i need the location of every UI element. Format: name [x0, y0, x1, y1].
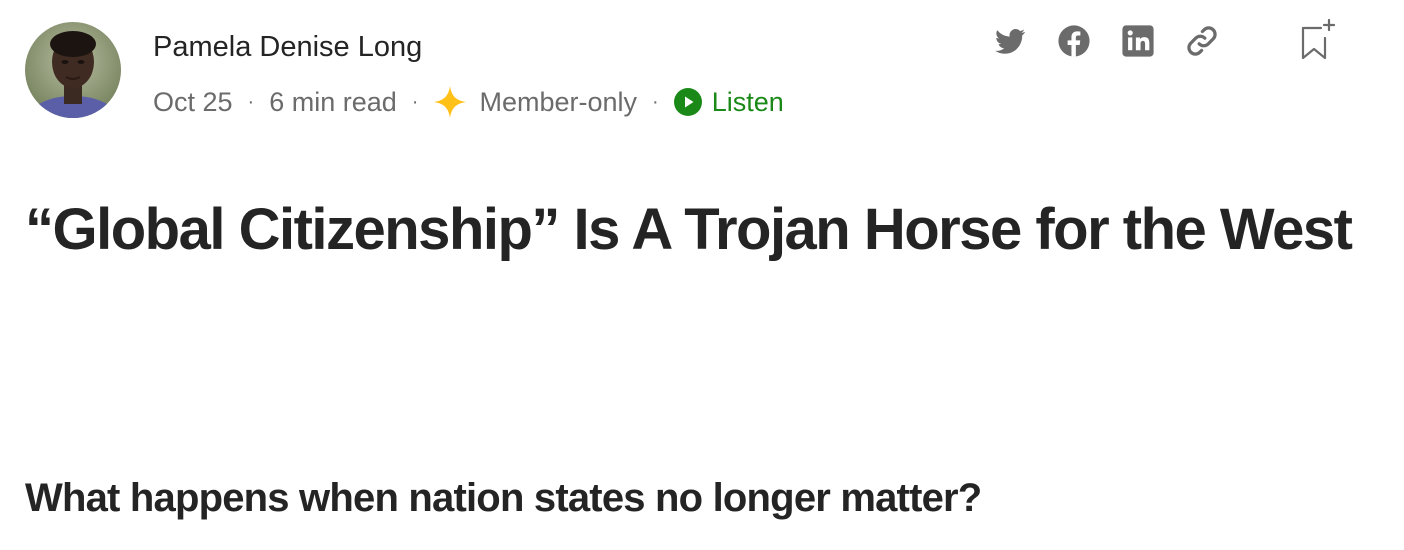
author-avatar[interactable] — [25, 22, 121, 118]
article-title: “Global Citizenship” Is A Trojan Horse f… — [25, 197, 1353, 262]
meta-separator: · — [247, 90, 255, 113]
member-only-label: Member-only — [479, 86, 638, 117]
author-name[interactable]: Pamela Denise Long — [153, 31, 422, 64]
listen-label: Listen — [711, 86, 784, 117]
read-time: 6 min read — [269, 86, 397, 117]
avatar-photo — [25, 22, 121, 118]
facebook-icon[interactable] — [1057, 24, 1091, 58]
link-icon[interactable] — [1185, 24, 1219, 58]
listen-button[interactable]: Listen — [673, 86, 784, 118]
meta-separator: · — [411, 90, 419, 113]
article-meta: Oct 25 · 6 min read · Member-only · List… — [153, 84, 784, 120]
play-circle-icon — [673, 88, 702, 116]
article-subtitle: What happens when nation states no longe… — [25, 476, 982, 520]
sparkle-star-icon — [433, 85, 467, 119]
bookmark-add-icon[interactable] — [1299, 18, 1337, 62]
publish-date: Oct 25 — [153, 86, 233, 117]
twitter-icon[interactable] — [993, 24, 1027, 58]
share-bar — [993, 22, 1249, 60]
meta-separator: · — [652, 90, 659, 113]
linkedin-icon[interactable] — [1121, 24, 1155, 58]
